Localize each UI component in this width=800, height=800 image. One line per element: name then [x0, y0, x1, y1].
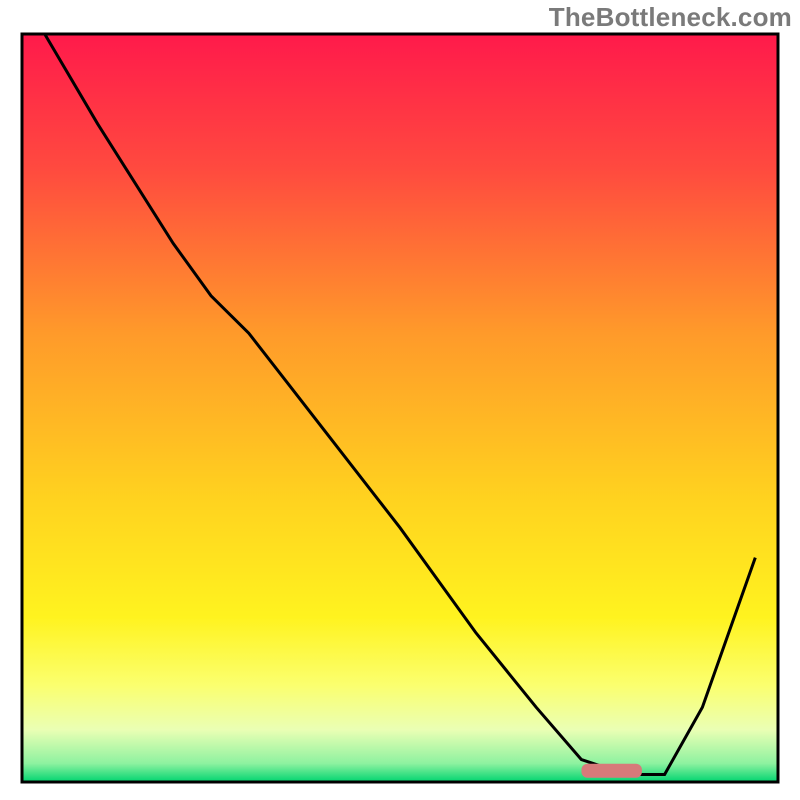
- plot-background: [22, 34, 778, 782]
- optimum-marker: [581, 764, 641, 778]
- watermark-label: TheBottleneck.com: [549, 2, 792, 33]
- chart-svg: [0, 0, 800, 800]
- bottleneck-chart: TheBottleneck.com: [0, 0, 800, 800]
